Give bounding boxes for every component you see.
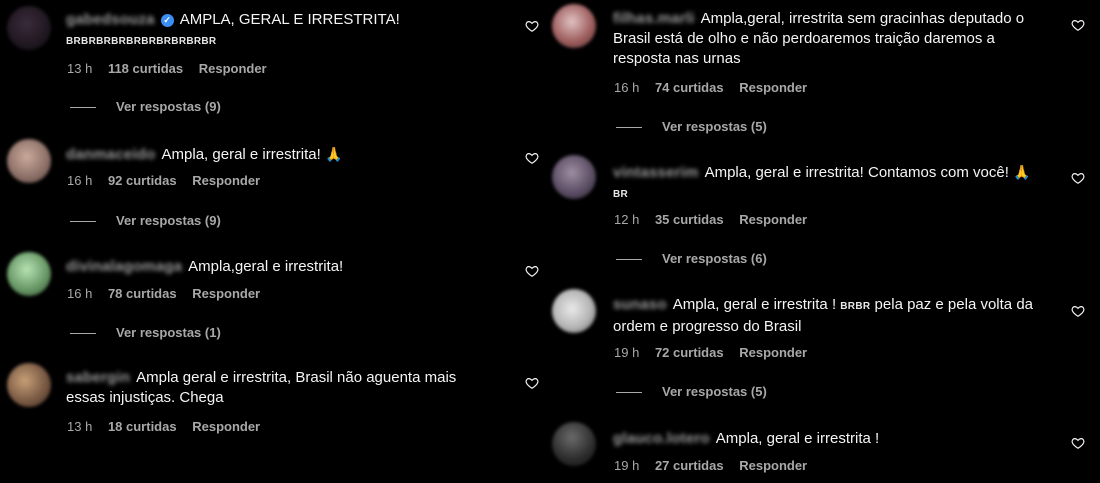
avatar[interactable] — [552, 155, 596, 199]
view-replies-button[interactable]: Ver respostas (5) — [616, 384, 767, 399]
comment-text: Ampla, geral e irrestrita ! — [672, 296, 837, 313]
comment-text: AMPLA, GERAL E IRRESTRITA! — [179, 11, 400, 28]
divider-line — [70, 221, 96, 223]
likes-count[interactable]: 35 curtidas — [655, 212, 724, 227]
likes-count[interactable]: 92 curtidas — [108, 173, 177, 188]
divider-line — [616, 392, 642, 394]
comment-username[interactable]: sabergin — [66, 368, 130, 388]
comment-time: 16 h — [67, 286, 93, 301]
heart-outline-icon[interactable] — [525, 19, 539, 33]
flag-emojis: BR — [613, 189, 629, 200]
heart-outline-icon[interactable] — [1071, 304, 1085, 318]
avatar[interactable] — [552, 289, 596, 333]
reply-button[interactable]: Responder — [192, 173, 260, 188]
comment-username[interactable]: filhas.marli — [613, 9, 695, 29]
divider-line — [70, 107, 96, 109]
comment-username[interactable]: gabedsouza — [66, 10, 155, 30]
reply-button[interactable]: Responder — [192, 286, 260, 301]
flag-emojis: BRBR — [840, 301, 871, 312]
avatar[interactable] — [7, 6, 51, 50]
reply-button[interactable]: Responder — [199, 61, 267, 76]
comment-time: 12 h — [614, 212, 640, 227]
likes-count[interactable]: 18 curtidas — [108, 419, 177, 434]
comment-text: Ampla,geral e irrestrita! — [188, 258, 344, 275]
comment-username[interactable]: danmaceido — [66, 145, 156, 165]
avatar[interactable] — [552, 422, 596, 466]
likes-count[interactable]: 78 curtidas — [108, 286, 177, 301]
divider-line — [70, 333, 96, 335]
comment-time: 13 h — [67, 419, 93, 434]
reply-button[interactable]: Responder — [739, 80, 807, 95]
heart-outline-icon[interactable] — [525, 264, 539, 278]
comment-time: 13 h — [67, 61, 93, 76]
comment-username[interactable]: glauco.lotero — [613, 429, 710, 449]
view-replies-button[interactable]: Ver respostas (5) — [616, 119, 767, 134]
avatar[interactable] — [7, 363, 51, 407]
comment-time: 19 h — [614, 345, 640, 360]
likes-count[interactable]: 118 curtidas — [108, 61, 183, 76]
flag-emojis: BRBRBRBRBRBRBRBRBRBR — [66, 36, 217, 47]
avatar[interactable] — [7, 139, 51, 183]
comment-text: Ampla, geral e irrestrita ! — [715, 430, 880, 447]
praying-hands-emoji: 🙏 — [324, 146, 343, 162]
heart-outline-icon[interactable] — [1071, 436, 1085, 450]
likes-count[interactable]: 72 curtidas — [655, 345, 724, 360]
view-replies-button[interactable]: Ver respostas (9) — [70, 99, 221, 114]
view-replies-button[interactable]: Ver respostas (6) — [616, 251, 767, 266]
reply-button[interactable]: Responder — [739, 212, 807, 227]
reply-button[interactable]: Responder — [739, 458, 807, 473]
praying-hands-emoji: 🙏 — [1013, 164, 1031, 180]
heart-outline-icon[interactable] — [1071, 171, 1085, 185]
avatar[interactable] — [7, 252, 51, 296]
view-replies-button[interactable]: Ver respostas (9) — [70, 213, 221, 228]
comment-username[interactable]: sunaso — [613, 295, 667, 315]
reply-button[interactable]: Responder — [739, 345, 807, 360]
reply-button[interactable]: Responder — [192, 419, 260, 434]
divider-line — [616, 127, 642, 129]
comment-username[interactable]: divinalagomaga — [66, 257, 182, 277]
heart-outline-icon[interactable] — [525, 376, 539, 390]
verified-badge-icon: ✓ — [160, 14, 174, 27]
heart-outline-icon[interactable] — [1071, 18, 1085, 32]
comment-time: 16 h — [67, 173, 93, 188]
heart-outline-icon[interactable] — [525, 151, 539, 165]
comment-text: Ampla, geral e irrestrita! Contamos com … — [704, 164, 1009, 181]
comment-username[interactable]: vintasserim — [613, 163, 699, 183]
divider-line — [616, 259, 642, 261]
avatar[interactable] — [552, 4, 596, 48]
comment-text: Ampla, geral e irrestrita! — [161, 146, 321, 163]
comment-time: 16 h — [614, 80, 640, 95]
likes-count[interactable]: 27 curtidas — [655, 458, 724, 473]
view-replies-button[interactable]: Ver respostas (1) — [70, 325, 221, 340]
comment-time: 19 h — [614, 458, 640, 473]
likes-count[interactable]: 74 curtidas — [655, 80, 724, 95]
